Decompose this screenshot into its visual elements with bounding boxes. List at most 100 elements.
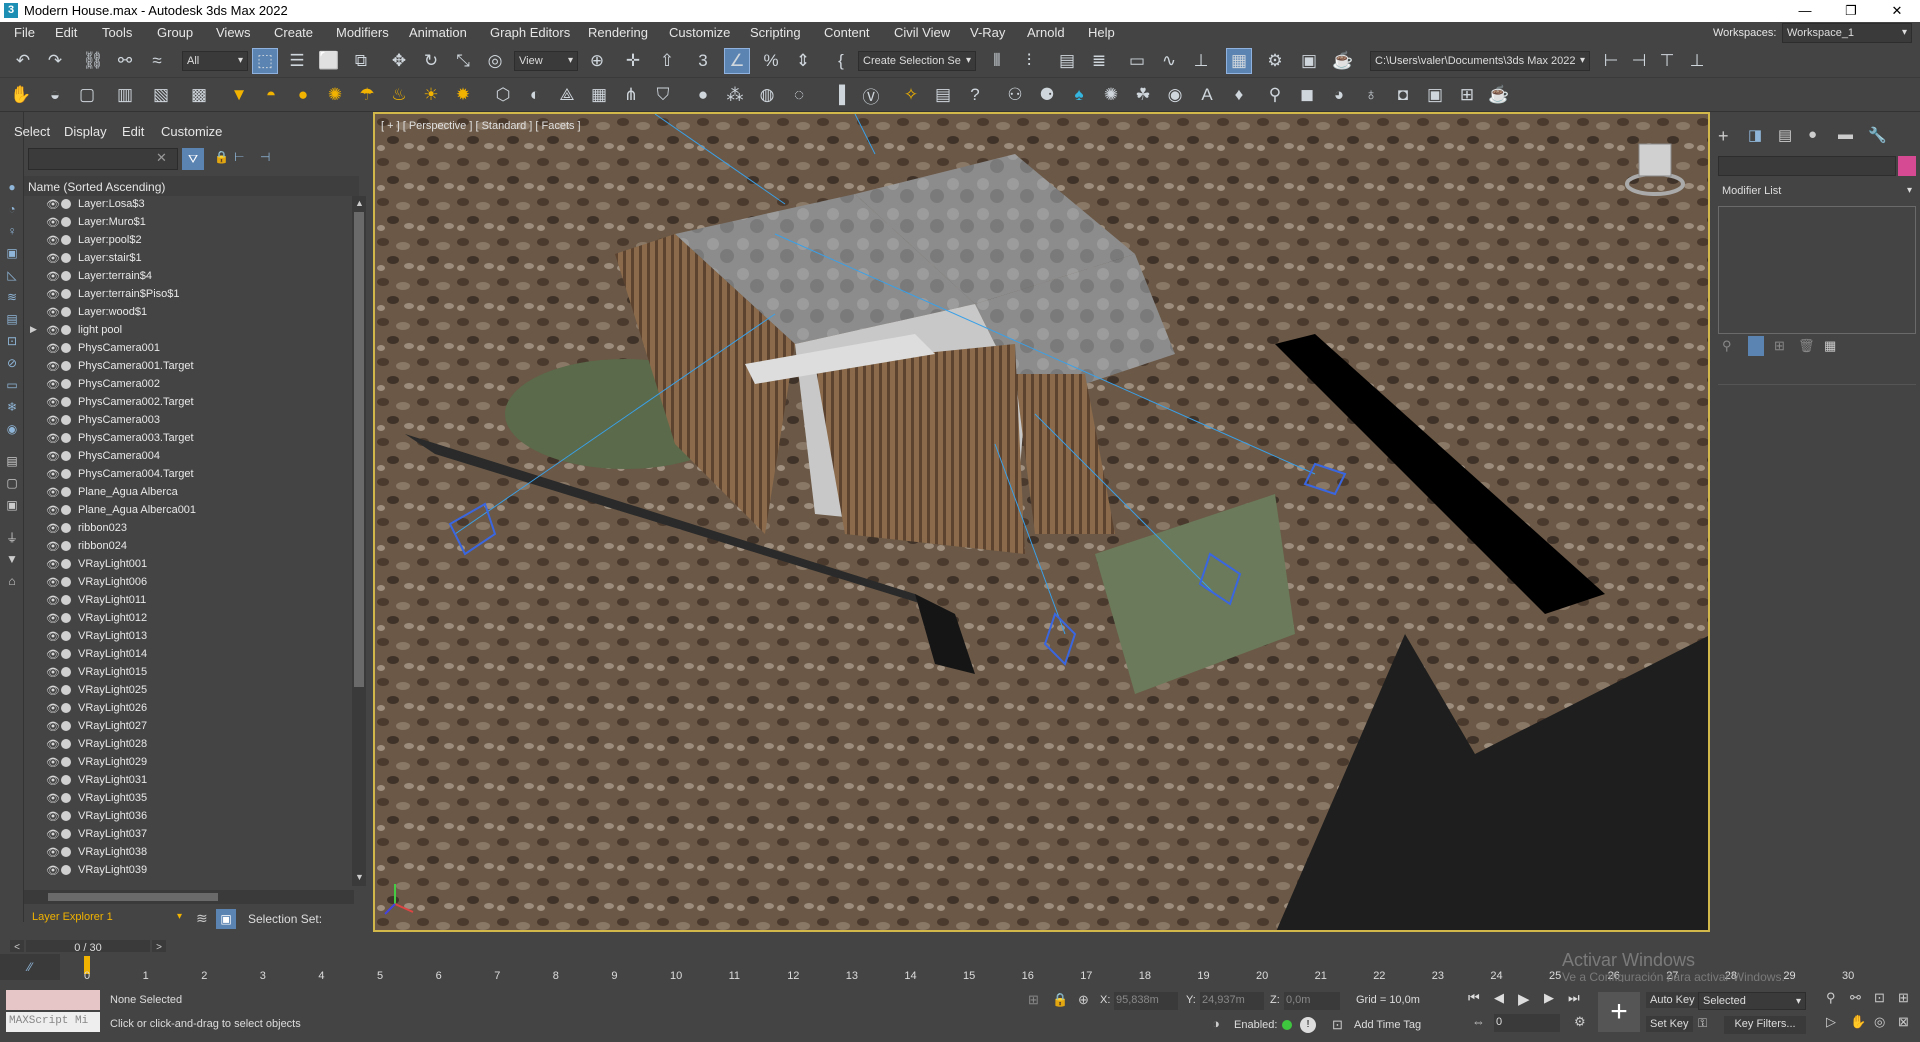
- project-icon-3[interactable]: ⊤: [1654, 48, 1680, 74]
- move-icon[interactable]: ✥: [386, 48, 412, 74]
- scene-menu-select[interactable]: Select: [14, 124, 50, 139]
- arnold-icon-8[interactable]: ♦: [1226, 82, 1252, 108]
- film-icon[interactable]: ▩: [186, 82, 212, 108]
- object-color-swatch[interactable]: [1898, 156, 1916, 176]
- link-icon[interactable]: ⛓: [80, 48, 106, 74]
- maxscript-listener-input[interactable]: [6, 990, 100, 1010]
- set-key-icon[interactable]: +: [1598, 992, 1640, 1032]
- placement-icon[interactable]: ◎: [482, 48, 508, 74]
- arnold-icon-4[interactable]: ✺: [1098, 82, 1124, 108]
- list-item[interactable]: 👁 PhysCamera001: [24, 340, 350, 358]
- make-unique-icon[interactable]: ⊞: [1774, 338, 1785, 354]
- named-selection-set-dropdown[interactable]: Create Selection Se: [858, 51, 976, 71]
- arnold-light-icon[interactable]: ♠: [1066, 82, 1092, 108]
- visibility-eye-icon[interactable]: 👁: [46, 594, 60, 607]
- list-item[interactable]: 👁 VRayLight025: [24, 682, 350, 700]
- render-setup-icon[interactable]: ⚙: [1262, 48, 1288, 74]
- dome-light-icon[interactable]: ◓: [258, 82, 284, 108]
- display-cameras-icon[interactable]: ▣: [3, 244, 21, 262]
- list-item[interactable]: 👁 Layer:Muro$1: [24, 214, 350, 232]
- visibility-eye-icon[interactable]: 👁: [46, 774, 60, 787]
- arnold-icon-11[interactable]: ◕: [1326, 82, 1352, 108]
- set-key-button[interactable]: Set Key: [1646, 1016, 1693, 1032]
- bind-space-warp-icon[interactable]: ≈: [144, 48, 170, 74]
- motion-tab-icon[interactable]: ●: [1808, 126, 1817, 143]
- spot-light-icon[interactable]: ☂: [354, 82, 380, 108]
- play-icon[interactable]: ▶: [1518, 990, 1530, 1008]
- zoom-all-icon[interactable]: ⚯: [1850, 990, 1861, 1006]
- snaps-toggle-icon[interactable]: 3: [690, 48, 716, 74]
- visibility-eye-icon[interactable]: 👁: [46, 306, 60, 319]
- lock-icon[interactable]: 🔒: [214, 150, 229, 164]
- time-config-icon[interactable]: ⚙: [1574, 1014, 1586, 1030]
- percent-snap-icon[interactable]: %: [758, 48, 784, 74]
- selection-set-icon[interactable]: ▣: [216, 909, 236, 929]
- project-icon-2[interactable]: ⊣: [1626, 48, 1652, 74]
- viewport-label[interactable]: [ + ] [ Perspective ] [ Standard ] [ Fac…: [381, 120, 581, 132]
- decal-icon[interactable]: ▦: [586, 82, 612, 108]
- x-coordinate-field[interactable]: 95,838m: [1114, 992, 1178, 1010]
- plane-icon[interactable]: ⟁: [554, 82, 580, 108]
- visibility-eye-icon[interactable]: 👁: [46, 792, 60, 805]
- wood-facade-front[interactable]: [815, 344, 1025, 554]
- list-item[interactable]: 👁 PhysCamera003: [24, 412, 350, 430]
- fov-icon[interactable]: ▷: [1826, 1014, 1836, 1030]
- pivot-center-icon[interactable]: ⊕: [584, 48, 610, 74]
- utilities-tab-icon[interactable]: 🔧: [1868, 126, 1887, 144]
- toggle-scene-explorer-icon[interactable]: ▤: [1054, 48, 1080, 74]
- remove-modifier-icon[interactable]: 🗑: [1798, 338, 1815, 354]
- list-item[interactable]: 👁 PhysCamera003.Target: [24, 430, 350, 448]
- arnold-icon-10[interactable]: ◼: [1294, 82, 1320, 108]
- scene-menu-customize[interactable]: Customize: [161, 124, 222, 139]
- visibility-eye-icon[interactable]: 👁: [46, 738, 60, 751]
- pin-stack-icon[interactable]: ⚲: [1722, 338, 1732, 354]
- close-button[interactable]: ✕: [1874, 0, 1920, 22]
- scene-menu-display[interactable]: Display: [64, 124, 107, 139]
- key-filter-icon[interactable]: ⚿: [1698, 1016, 1707, 1031]
- visibility-eye-icon[interactable]: 👁: [46, 576, 60, 589]
- list-item[interactable]: 👁 ribbon023: [24, 520, 350, 538]
- visibility-eye-icon[interactable]: 👁: [46, 378, 60, 391]
- scale-icon[interactable]: ⤡: [450, 48, 476, 74]
- list-item[interactable]: 👁 VRayLight026: [24, 700, 350, 718]
- ambient-light-icon[interactable]: ✹: [450, 82, 476, 108]
- pan-icon[interactable]: ✋: [1850, 1014, 1866, 1030]
- visibility-eye-icon[interactable]: 👁: [46, 864, 60, 876]
- arnold-icon-1[interactable]: ⚇: [1002, 82, 1028, 108]
- visibility-eye-icon[interactable]: 👁: [46, 846, 60, 859]
- info-icon[interactable]: !: [1300, 1017, 1316, 1033]
- toggle-ribbon-icon[interactable]: ▭: [1124, 48, 1150, 74]
- hscroll-thumb[interactable]: [48, 893, 218, 901]
- display-lights-icon[interactable]: ♀: [3, 222, 21, 240]
- display-groups-icon[interactable]: ▤: [3, 310, 21, 328]
- paint-icon[interactable]: ◒: [42, 82, 68, 108]
- angle-snap-icon[interactable]: ∠: [724, 48, 750, 74]
- auto-key-button[interactable]: Auto Key: [1646, 992, 1699, 1008]
- vray-logo-icon[interactable]: Ⓥ: [858, 82, 884, 108]
- box-icon[interactable]: ▢: [74, 82, 100, 108]
- visibility-eye-icon[interactable]: 👁: [46, 198, 60, 211]
- mirror-icon[interactable]: ⫴: [984, 48, 1010, 74]
- menu-arnold[interactable]: Arnold: [1027, 25, 1065, 40]
- list-item[interactable]: 👁 VRayLight014: [24, 646, 350, 664]
- maximize-button[interactable]: ❐: [1828, 0, 1874, 22]
- window-crossing-icon[interactable]: ⧉: [348, 48, 374, 74]
- visibility-eye-icon[interactable]: 👁: [46, 648, 60, 661]
- menu-create[interactable]: Create: [274, 25, 313, 40]
- filter-toggle-icon[interactable]: ⛛: [182, 148, 204, 170]
- keyboard-shortcut-override-icon[interactable]: ⇧: [654, 48, 680, 74]
- key-mode-icon[interactable]: ⇔: [1472, 1014, 1485, 1029]
- adaptive-degradation-icon[interactable]: ◑: [1212, 1016, 1220, 1031]
- list-item[interactable]: 👁 PhysCamera004: [24, 448, 350, 466]
- perspective-viewport[interactable]: [ + ] [ Perspective ] [ Standard ] [ Fac…: [373, 112, 1710, 932]
- menu-rendering[interactable]: Rendering: [588, 25, 648, 40]
- ies-light-icon[interactable]: ♨: [386, 82, 412, 108]
- select-object-icon[interactable]: ⬚: [252, 48, 278, 74]
- time-tag-icon[interactable]: ⊡: [1332, 1017, 1343, 1033]
- visibility-eye-icon[interactable]: 👁: [46, 468, 60, 481]
- menu-vray[interactable]: V-Ray: [970, 25, 1005, 40]
- reference-coordinate-dropdown[interactable]: View: [514, 51, 578, 71]
- visibility-eye-icon[interactable]: 👁: [46, 684, 60, 697]
- layer-hierarchy-icon[interactable]: ⊣: [260, 150, 270, 164]
- list-item[interactable]: 👁 VRayLight013: [24, 628, 350, 646]
